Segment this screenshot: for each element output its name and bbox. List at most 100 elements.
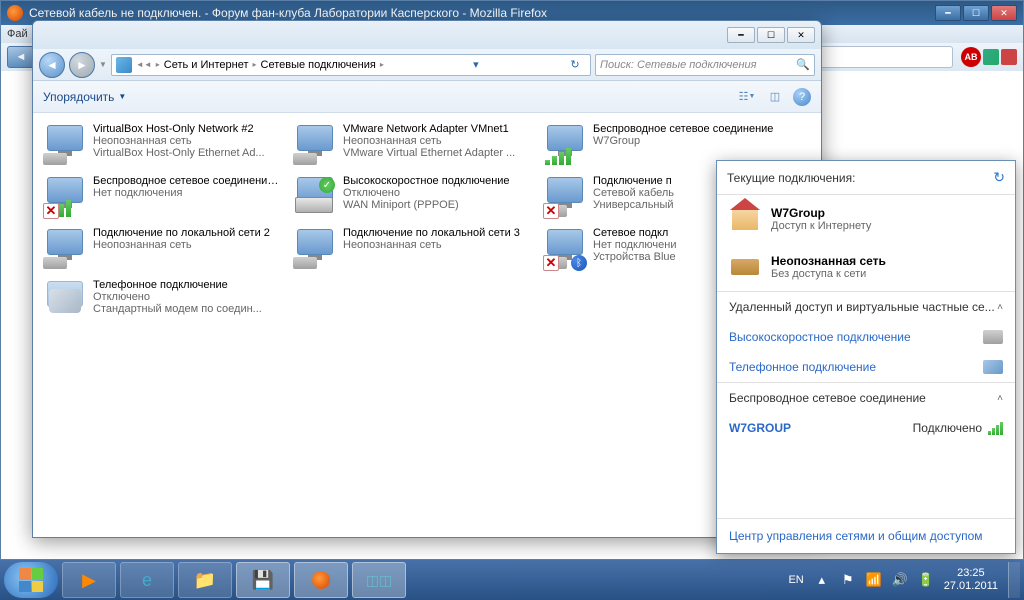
connection-title: Подключение по локальной сети 2 <box>93 227 279 239</box>
wifi-network[interactable]: W7GROUP Подключено <box>717 413 1015 443</box>
breadcrumb-root[interactable]: Сеть и Интернет <box>164 59 249 71</box>
connection-status: Неопознанная сеть <box>93 135 279 147</box>
chevron-up-icon: ˄ <box>997 302 1003 313</box>
task-wmp[interactable]: ▶ <box>62 562 116 598</box>
explorer-body: VirtualBox Host-Only Network #2Неопознан… <box>33 113 821 535</box>
start-button[interactable] <box>4 562 58 598</box>
connection-title: Подключение по локальной сети 3 <box>343 227 529 239</box>
connection-adapter: WAN Miniport (PPPOE) <box>343 199 529 211</box>
task-netconn[interactable]: ◫◫ <box>352 562 406 598</box>
nav-history-dropdown[interactable]: ▼ <box>99 60 107 69</box>
minimize-button[interactable]: ━ <box>935 5 961 21</box>
error-overlay-icon: ✕ <box>43 203 59 219</box>
connection-status: Нет подключения <box>93 187 279 199</box>
tray-network-icon[interactable]: 📶 <box>866 572 882 588</box>
breadcrumb-dropdown[interactable]: ▾ <box>465 54 487 76</box>
modem-icon <box>983 330 1003 344</box>
flyout-header: Текущие подключения: ↻ <box>717 161 1015 195</box>
wifi-icon <box>543 123 587 167</box>
category-dialup[interactable]: Удаленный доступ и виртуальные частные с… <box>717 291 1015 322</box>
link-phone[interactable]: Телефонное подключение <box>717 352 1015 382</box>
connection-item[interactable]: ✓Высокоскоростное подключениеОтключеноWA… <box>291 173 531 221</box>
explorer-window: ━ ☐ ✕ ◄ ► ▼ ◄◄ ▸ Сеть и Интернет ▸ Сетев… <box>32 20 822 538</box>
connection-title: VirtualBox Host-Only Network #2 <box>93 123 279 135</box>
connection-title: Телефонное подключение <box>93 279 279 291</box>
system-tray: EN ▴ ⚑ 📶 🔊 🔋 23:25 27.01.2011 <box>788 567 1004 593</box>
breadcrumb-current[interactable]: Сетевые подключения <box>261 59 376 71</box>
menu-file[interactable]: Фай <box>7 28 28 40</box>
refresh-button[interactable]: ↻ <box>564 54 586 76</box>
view-button[interactable]: ☷▼ <box>737 87 757 107</box>
close-button[interactable]: ✕ <box>991 5 1017 21</box>
connection-title: VMware Network Adapter VMnet1 <box>343 123 529 135</box>
nav-forward-button[interactable]: ► <box>69 52 95 78</box>
lan-icon <box>293 123 337 167</box>
help-button[interactable]: ? <box>793 88 811 106</box>
tray-volume-icon[interactable]: 🔊 <box>892 572 908 588</box>
connection-adapter: VMware Virtual Ethernet Adapter ... <box>343 147 529 159</box>
back-button[interactable]: ◄ <box>7 46 35 68</box>
signal-bars-icon <box>988 421 1003 435</box>
taskbar: ▶ e 📁 💾 ◫◫ EN ▴ ⚑ 📶 🔊 🔋 23:25 27.01.2011 <box>0 560 1024 600</box>
task-ie[interactable]: e <box>120 562 174 598</box>
network-entry-home[interactable]: W7Group Доступ к Интернету <box>717 195 1015 243</box>
connection-item[interactable]: ✕ Беспроводное сетевое соединение 2Нет по… <box>41 173 281 221</box>
maximize-button[interactable]: ☐ <box>963 5 989 21</box>
task-explorer[interactable]: 📁 <box>178 562 232 598</box>
connection-status: Отключено <box>343 187 529 199</box>
modem-icon: ✓ <box>293 175 337 219</box>
task-firefox[interactable] <box>294 562 348 598</box>
explorer-maximize-button[interactable]: ☐ <box>757 27 785 43</box>
connection-title: Беспроводное сетевое соединение 2 <box>93 175 279 187</box>
bluetooth-overlay-icon: ᛒ <box>571 255 587 271</box>
show-desktop-button[interactable] <box>1008 562 1020 598</box>
search-input[interactable]: Поиск: Сетевые подключения 🔍 <box>595 54 815 76</box>
lan-icon: ✕ <box>543 175 587 219</box>
task-save[interactable]: 💾 <box>236 562 290 598</box>
explorer-minimize-button[interactable]: ━ <box>727 27 755 43</box>
flyout-footer-link[interactable]: Центр управления сетями и общим доступом <box>717 518 1015 553</box>
wifi-icon: ✕ <box>43 175 87 219</box>
tray-power-icon[interactable]: 🔋 <box>918 572 934 588</box>
flyout-refresh-icon[interactable]: ↻ <box>993 169 1005 186</box>
house-icon <box>732 208 758 230</box>
connection-item[interactable]: Подключение по локальной сети 3Неопознан… <box>291 225 531 273</box>
lan-icon <box>43 123 87 167</box>
connection-status: Неопознанная сеть <box>343 239 529 251</box>
error-overlay-icon: ✕ <box>543 255 559 271</box>
lan-icon: ᛒ✕ <box>543 227 587 271</box>
search-icon: 🔍 <box>796 58 810 71</box>
ok-overlay-icon: ✓ <box>319 177 335 193</box>
explorer-close-button[interactable]: ✕ <box>787 27 815 43</box>
lan-icon <box>43 227 87 271</box>
link-highspeed[interactable]: Высокоскоростное подключение <box>717 322 1015 352</box>
preview-pane-button[interactable]: ◫ <box>765 87 785 107</box>
explorer-toolbar: Упорядочить▼ ☷▼ ◫ ? <box>33 81 821 113</box>
bench-icon <box>731 259 759 275</box>
connection-status: Неопознанная сеть <box>93 239 279 251</box>
phone-icon <box>43 279 87 323</box>
language-indicator[interactable]: EN <box>788 574 803 586</box>
error-overlay-icon: ✕ <box>543 203 559 219</box>
windows-logo-icon <box>19 568 43 592</box>
clock[interactable]: 23:25 27.01.2011 <box>944 567 998 593</box>
kaspersky-icon <box>983 49 999 65</box>
connection-item[interactable]: VMware Network Adapter VMnet1Неопознанна… <box>291 121 531 169</box>
tray-action-center-icon[interactable]: ⚑ <box>840 572 856 588</box>
network-icon <box>116 57 132 73</box>
connection-status: Неопознанная сеть <box>343 135 529 147</box>
network-entry-unknown[interactable]: Неопознанная сеть Без доступа к сети <box>717 243 1015 291</box>
connection-item[interactable]: Телефонное подключениеОтключеноСтандартн… <box>41 277 281 325</box>
category-wifi[interactable]: Беспроводное сетевое соединение˄ <box>717 382 1015 413</box>
explorer-navbar: ◄ ► ▼ ◄◄ ▸ Сеть и Интернет ▸ Сетевые под… <box>33 49 821 81</box>
breadcrumb[interactable]: ◄◄ ▸ Сеть и Интернет ▸ Сетевые подключен… <box>111 54 591 76</box>
explorer-titlebar: ━ ☐ ✕ <box>33 21 821 49</box>
firefox-title: Сетевой кабель не подключен. - Форум фан… <box>29 6 935 20</box>
adblock-icon[interactable]: AB <box>961 47 981 67</box>
tray-show-hidden-icon[interactable]: ▴ <box>814 572 830 588</box>
organize-button[interactable]: Упорядочить▼ <box>43 90 126 104</box>
nav-back-button[interactable]: ◄ <box>39 52 65 78</box>
connection-item[interactable]: Подключение по локальной сети 2Неопознан… <box>41 225 281 273</box>
phone-icon <box>983 360 1003 374</box>
connection-item[interactable]: VirtualBox Host-Only Network #2Неопознан… <box>41 121 281 169</box>
